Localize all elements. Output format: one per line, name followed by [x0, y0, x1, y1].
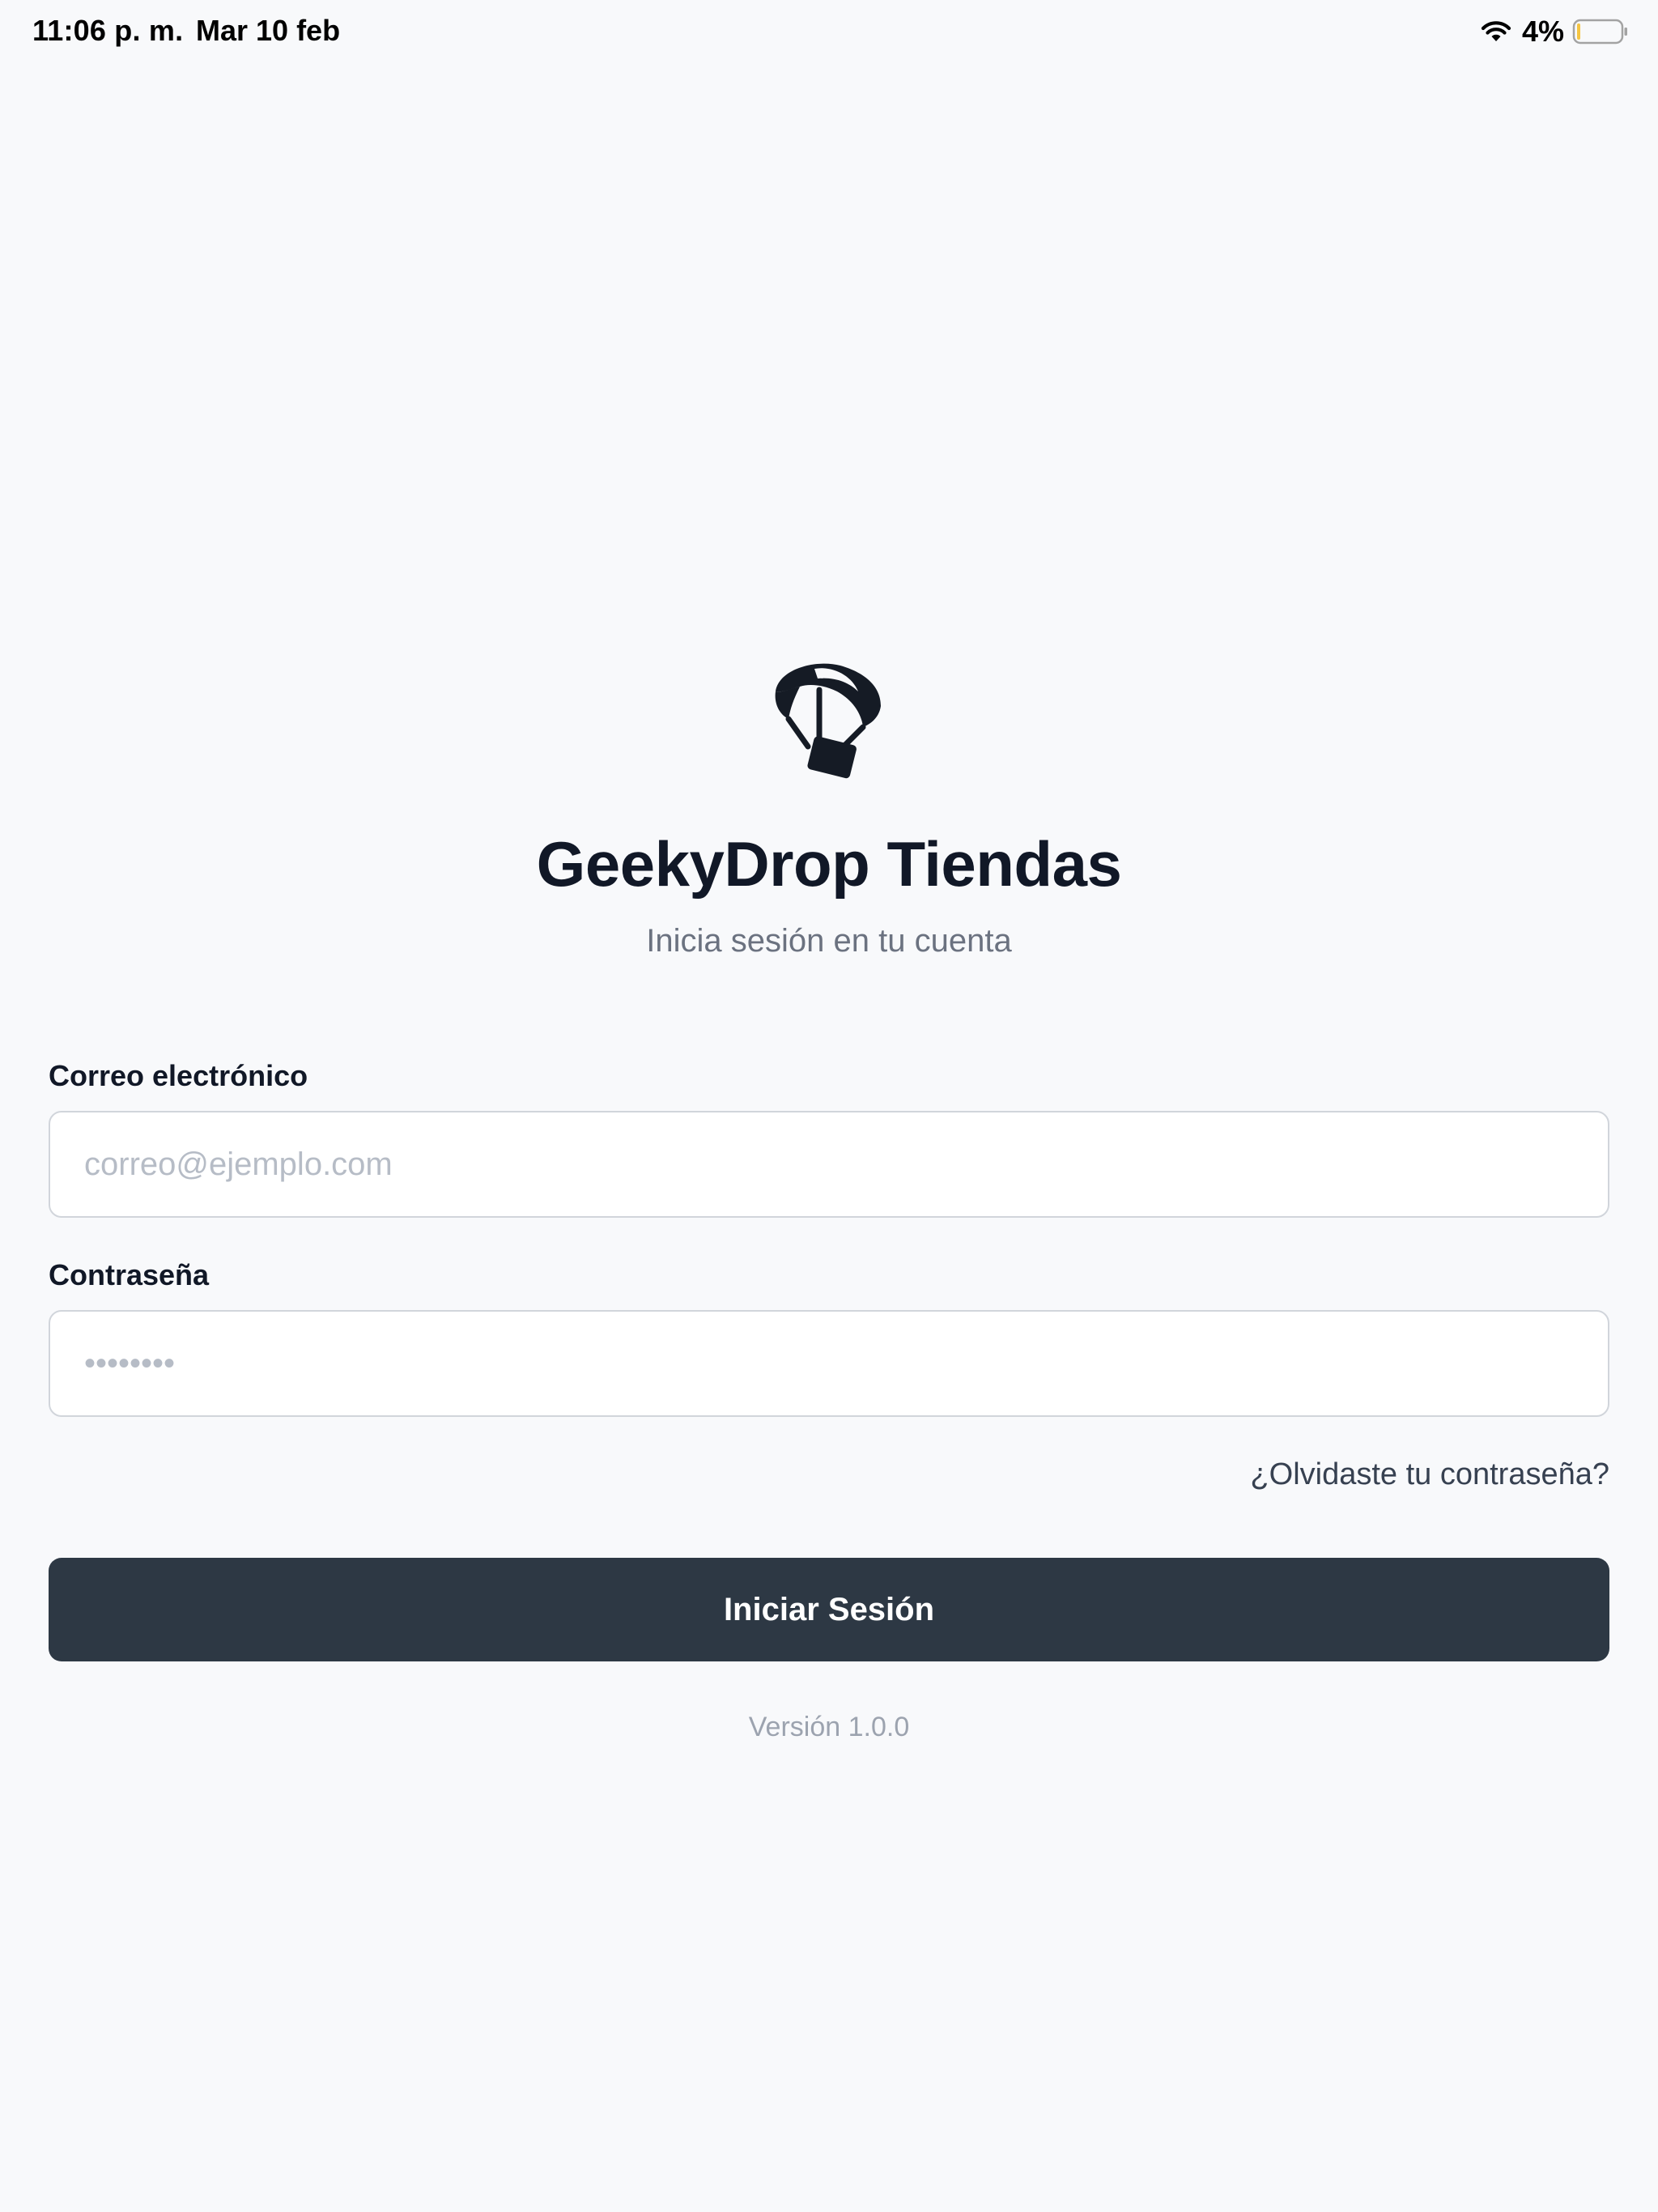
status-date: Mar 10 feb — [196, 14, 341, 47]
app-title: GeekyDrop Tiendas — [536, 828, 1122, 900]
email-label: Correo electrónico — [49, 1059, 308, 1092]
status-bar: 11:06 p. m. Mar 10 feb 4% — [0, 0, 1658, 65]
parachute-drop-icon — [775, 663, 881, 779]
email-input[interactable] — [49, 1111, 1609, 1218]
battery-percentage: 4% — [1521, 15, 1564, 48]
status-time: 11:06 p. m. — [32, 14, 184, 47]
version-label: Versión 1.0.0 — [748, 1712, 910, 1742]
wifi-icon — [1481, 21, 1511, 41]
app-subtitle: Inicia sesión en tu cuenta — [646, 923, 1012, 959]
forgot-password-link[interactable]: ¿Olvidaste tu contraseña? — [1250, 1457, 1609, 1492]
status-indicators: 4% — [1480, 14, 1629, 49]
login-button[interactable]: Iniciar Sesión — [49, 1558, 1609, 1661]
battery-icon — [1572, 19, 1627, 45]
password-label: Contraseña — [49, 1258, 210, 1291]
password-input[interactable] — [49, 1310, 1609, 1417]
